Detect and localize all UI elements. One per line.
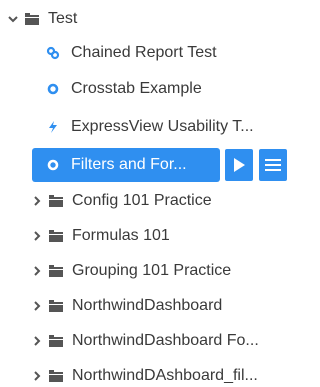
tree-folder-config-101[interactable]: Config 101 Practice [30, 184, 212, 218]
report-menu-button[interactable] [258, 148, 289, 182]
tree-folder-label: NorthwindDashboard [72, 297, 223, 314]
folder-icon [49, 265, 63, 277]
chevron-right-icon[interactable] [30, 334, 44, 348]
tree-item-label: Crosstab Example [71, 80, 202, 97]
chevron-right-icon[interactable] [30, 194, 44, 208]
folder-icon [49, 195, 63, 207]
folder-icon [49, 335, 63, 347]
tree-folder-northwind-dashboard-fil[interactable]: NorthwindDAshboard_fil... [30, 359, 258, 387]
tree-folder-northwind-dashboard[interactable]: NorthwindDashboard [30, 289, 222, 323]
run-report-button[interactable] [224, 148, 255, 182]
chevron-right-icon[interactable] [30, 229, 44, 243]
chevron-down-icon[interactable] [6, 12, 20, 26]
folder-icon [49, 370, 63, 382]
folder-icon [49, 300, 63, 312]
report-tree: Test Chained Report Test Crosstab Exampl… [0, 0, 292, 387]
tree-folder-grouping-101[interactable]: Grouping 101 Practice [30, 254, 231, 288]
folder-icon [49, 230, 63, 242]
tree-folder-label: NorthwindDashboard Fo... [72, 332, 259, 349]
tree-folder-formulas-101[interactable]: Formulas 101 [30, 219, 170, 253]
hamburger-menu-icon [265, 159, 282, 171]
tree-item-crosstab[interactable]: Crosstab Example [46, 72, 202, 106]
selected-report-pill[interactable]: Filters and For... [32, 148, 221, 182]
expressview-icon [49, 121, 57, 133]
crosstab-icon [47, 83, 59, 95]
tree-item-label: ExpressView Usability T... [71, 118, 254, 135]
tree-item-selected: Filters and For... [32, 148, 289, 182]
selected-report-label: Filters and For... [71, 156, 187, 173]
filter-report-icon [47, 159, 59, 171]
chevron-right-icon[interactable] [30, 299, 44, 313]
folder-icon [25, 13, 39, 25]
tree-folder-label: NorthwindDAshboard_fil... [72, 367, 258, 384]
tree-folder-label: Grouping 101 Practice [72, 262, 232, 279]
tree-folder-northwind-dashboard-fo[interactable]: NorthwindDashboard Fo... [30, 324, 259, 358]
tree-root-label: Test [48, 10, 78, 27]
chained-report-icon [46, 46, 60, 60]
tree-root-test[interactable]: Test [6, 2, 77, 36]
tree-item-expressview[interactable]: ExpressView Usability T... [46, 110, 254, 144]
play-icon [234, 158, 246, 172]
chevron-right-icon[interactable] [30, 369, 44, 383]
tree-folder-label: Config 101 Practice [72, 192, 212, 209]
tree-folder-label: Formulas 101 [72, 227, 170, 244]
tree-item-label: Chained Report Test [71, 44, 217, 61]
tree-item-chained-report[interactable]: Chained Report Test [46, 36, 217, 70]
chevron-right-icon[interactable] [30, 264, 44, 278]
